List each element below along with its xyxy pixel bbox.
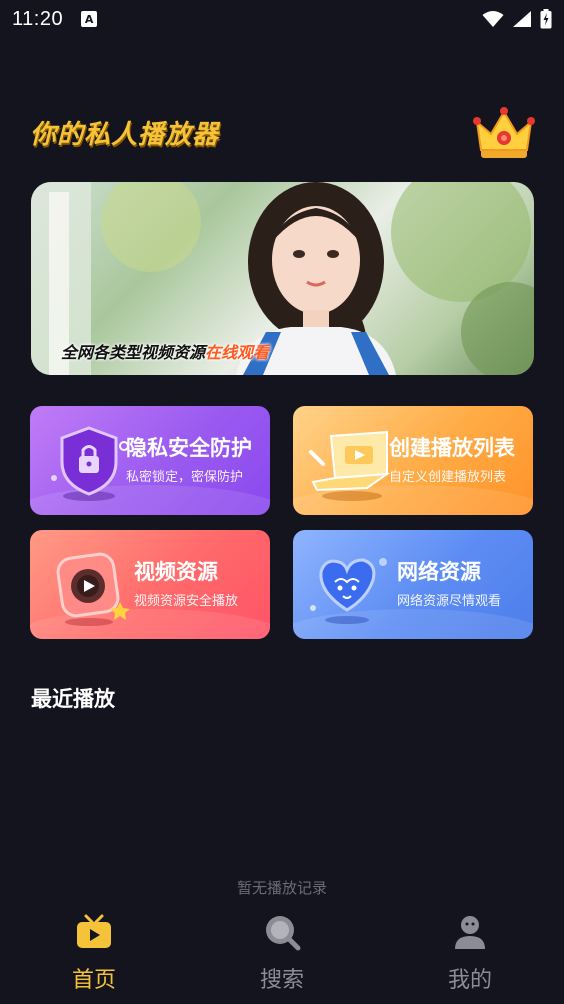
battery-icon — [540, 9, 552, 29]
video-resources-card[interactable]: 视频资源 视频资源安全播放 — [30, 530, 270, 639]
banner-caption-highlight: 在线观看 — [205, 343, 270, 362]
recent-section-title: 最近播放 — [31, 687, 115, 711]
shield-lock-icon — [51, 426, 129, 501]
nav-item-search[interactable]: 搜索 — [188, 900, 376, 1004]
user-icon — [455, 916, 485, 949]
search-icon — [266, 916, 301, 951]
nav-label: 搜索 — [259, 968, 304, 993]
tv-icon — [77, 914, 111, 948]
nav-item-home[interactable]: 首页 — [0, 900, 188, 1004]
card-title: 创建播放列表 — [389, 436, 515, 460]
banner-caption-main: 全网各类型视频资源 — [61, 343, 206, 362]
network-resources-card[interactable]: 网络资源 网络资源尽情观看 — [293, 530, 533, 639]
wifi-icon — [482, 11, 504, 27]
card-title: 网络资源 — [397, 560, 481, 584]
card-subtitle: 自定义创建播放列表 — [389, 470, 507, 485]
status-bar: 11:20 A — [0, 0, 564, 38]
card-title: 视频资源 — [134, 560, 218, 584]
card-subtitle: 视频资源安全播放 — [134, 594, 239, 609]
bottom-nav: 首页 搜索 我的 — [0, 900, 564, 1004]
crown-icon[interactable] — [473, 104, 535, 162]
nav-item-profile[interactable]: 我的 — [376, 900, 564, 1004]
card-subtitle: 私密锁定，密保防护 — [126, 470, 244, 485]
heart-icon — [310, 558, 387, 624]
status-icons — [482, 9, 552, 29]
laptop-icon — [309, 430, 391, 501]
banner-caption: 全网各类型视频资源在线观看 — [61, 339, 269, 363]
status-time: 11:20 — [12, 7, 64, 30]
create-playlist-card[interactable]: 创建播放列表 自定义创建播放列表 — [293, 406, 533, 515]
video-player-icon — [56, 552, 130, 626]
privacy-protection-card[interactable]: 隐私安全防护 私密锁定，密保防护 — [30, 406, 270, 515]
notification-a-icon: A — [81, 11, 98, 27]
card-subtitle: 网络资源尽情观看 — [397, 594, 502, 609]
header: 你的私人播放器 — [30, 100, 535, 170]
hero-banner[interactable]: 全网各类型视频资源在线观看 — [31, 182, 534, 375]
card-title: 隐私安全防护 — [126, 436, 252, 460]
nav-label: 我的 — [447, 968, 492, 993]
signal-icon — [513, 11, 531, 27]
app-title: 你的私人播放器 — [30, 120, 220, 150]
nav-label: 首页 — [71, 968, 116, 993]
empty-state-text: 暂无播放记录 — [236, 879, 327, 897]
